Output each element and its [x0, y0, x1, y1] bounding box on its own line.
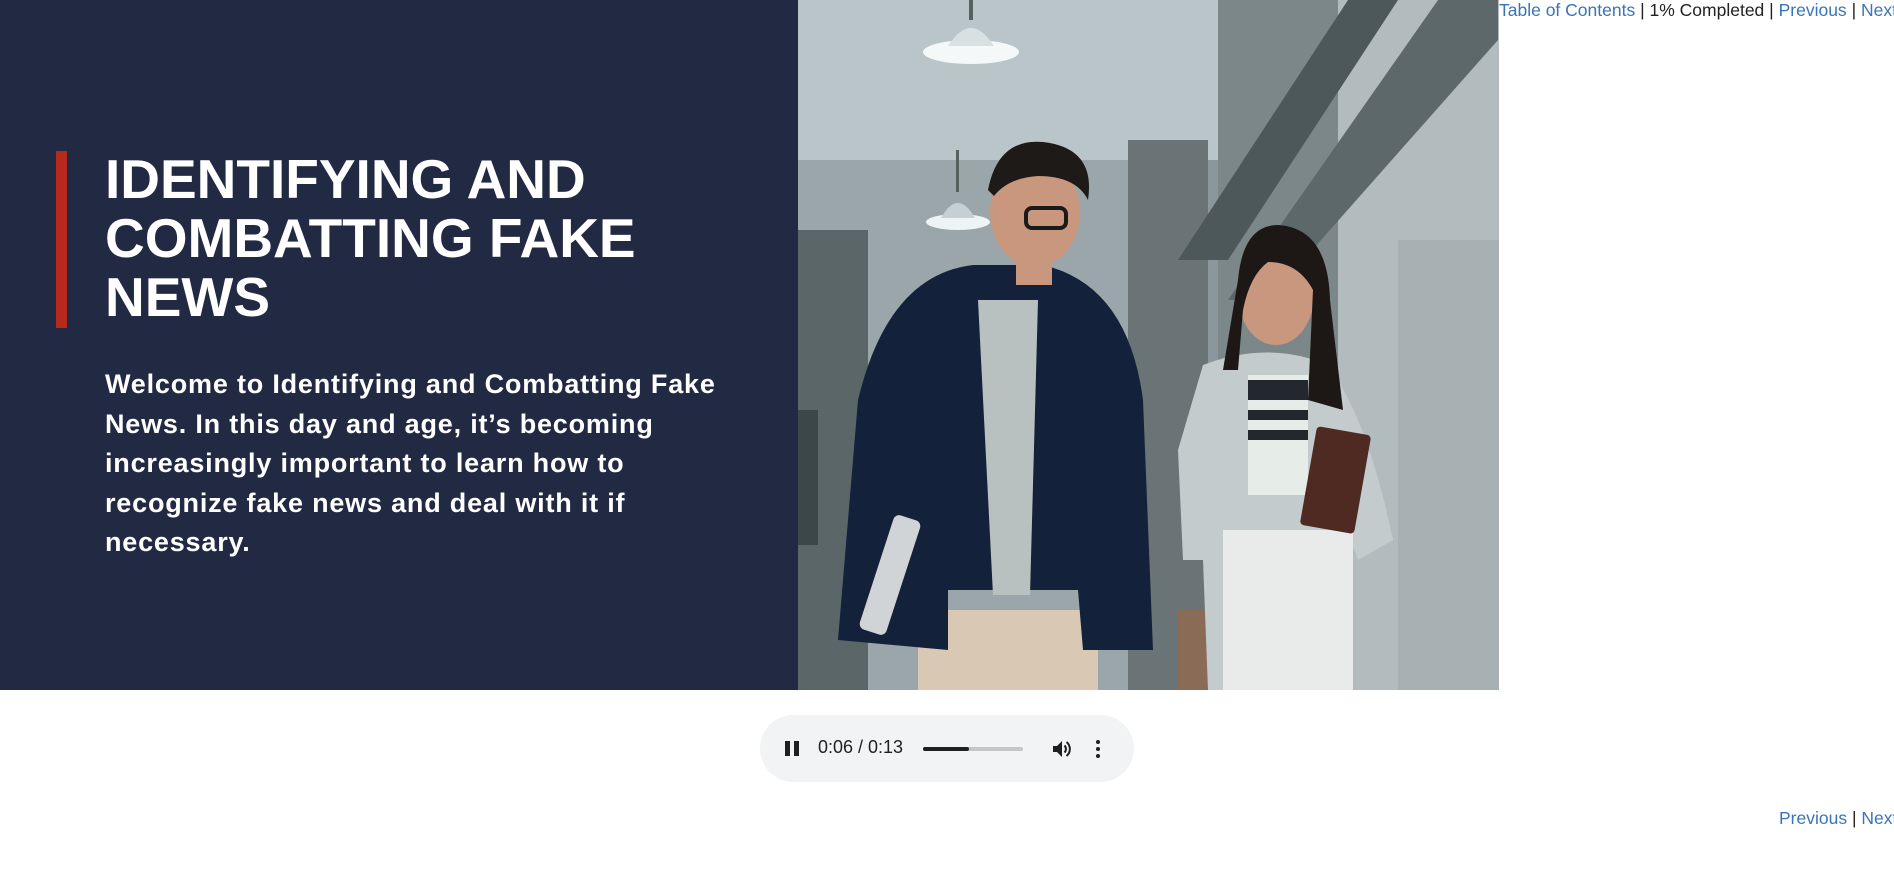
audio-progress-slider[interactable]: [923, 747, 1023, 751]
progress-status: 1% Completed: [1649, 0, 1765, 20]
more-vert-icon[interactable]: [1093, 737, 1103, 761]
previous-link-bottom[interactable]: Previous: [1779, 808, 1847, 828]
audio-time: 0:06 / 0:13: [818, 737, 904, 757]
nav-separator: |: [1640, 0, 1645, 20]
next-link[interactable]: Next: [1861, 0, 1894, 20]
nav-separator: |: [1851, 0, 1857, 20]
audio-player[interactable]: 0:06 / 0:13: [760, 715, 1134, 782]
slide-title: IDENTIFYING AND COMBATTING FAKE NEWS: [105, 148, 636, 328]
next-link-bottom[interactable]: Next: [1861, 808, 1894, 828]
table-of-contents-link[interactable]: Table of Contents: [1499, 0, 1635, 20]
bottom-navigation: Previous | Next: [1779, 808, 1894, 829]
intro-text: Welcome to Identifying and Combatting Fa…: [105, 369, 716, 557]
audio-progress-fill: [923, 747, 969, 751]
accent-bar: [56, 151, 67, 328]
nav-separator: |: [1769, 0, 1774, 20]
volume-icon[interactable]: [1050, 737, 1074, 761]
title-panel: IDENTIFYING AND COMBATTING FAKE NEWS Wel…: [0, 0, 798, 690]
hero-photo: [798, 0, 1499, 690]
top-navigation: Table of Contents | 1% Completed | Previ…: [1499, 0, 1894, 21]
nav-separator: |: [1851, 808, 1857, 828]
pause-icon[interactable]: [784, 739, 800, 758]
previous-link[interactable]: Previous: [1779, 0, 1847, 20]
course-slide: IDENTIFYING AND COMBATTING FAKE NEWS Wel…: [0, 0, 1499, 690]
